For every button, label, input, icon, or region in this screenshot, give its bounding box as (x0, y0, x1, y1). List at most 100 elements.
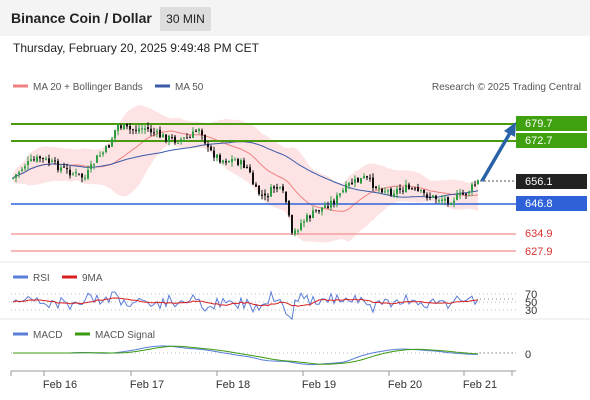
ma20-legend-label: MA 20 + Bollinger Bands (33, 82, 143, 93)
candle-body (87, 170, 89, 179)
candle-body (369, 177, 371, 179)
candle-body (456, 194, 458, 200)
candle-body (135, 129, 137, 131)
candle-body (33, 159, 35, 161)
candle-body (165, 134, 167, 142)
candle-body (219, 155, 221, 163)
candle-body (240, 160, 242, 165)
candle-body (18, 172, 20, 174)
candle-body (375, 186, 377, 188)
candle-body (141, 128, 143, 130)
candle-body (285, 191, 287, 202)
candle-body (351, 182, 353, 185)
candle-body (453, 200, 455, 203)
candle-body (291, 215, 293, 233)
candle-body (372, 177, 374, 188)
candle-body (399, 188, 401, 190)
candle-body (360, 178, 362, 184)
candle-body (192, 131, 194, 138)
candle-body (207, 144, 209, 148)
candle-body (243, 160, 245, 168)
candle-body (300, 223, 302, 230)
candle-body (183, 137, 185, 139)
credit-text: Research © 2025 Trading Central (432, 82, 581, 93)
candle-body (75, 172, 77, 174)
candle-body (357, 177, 359, 182)
candle-body (15, 174, 17, 178)
candle-body (366, 176, 368, 178)
candle-body (354, 179, 356, 183)
candle-body (99, 155, 101, 157)
candle-body (237, 159, 239, 165)
candle-body (36, 156, 38, 162)
candle-body (180, 139, 182, 142)
candle-body (462, 193, 464, 195)
candle-body (276, 187, 278, 189)
candle-body (123, 124, 125, 130)
candle-body (387, 190, 389, 192)
candle-body (159, 129, 161, 138)
rsi-tick-30: 30 (525, 305, 537, 317)
x-tick-label: Feb 21 (463, 379, 497, 391)
candle-body (30, 159, 32, 161)
candle-body (210, 146, 212, 151)
candle-body (249, 167, 251, 173)
resistance-label-2: 672.7 (525, 135, 553, 147)
candle-body (153, 132, 155, 134)
candle-body (405, 184, 407, 193)
candle-body (195, 130, 197, 132)
candle-body (66, 168, 68, 170)
candle-body (90, 164, 92, 169)
candle-body (342, 190, 344, 193)
candle-body (108, 145, 110, 148)
candle-body (303, 221, 305, 223)
candle-body (444, 198, 446, 201)
candle-body (63, 166, 65, 168)
candle-body (27, 161, 29, 165)
candle-body (54, 160, 56, 162)
candle-body (309, 215, 311, 219)
candle-body (45, 158, 47, 160)
candle-body (105, 146, 107, 152)
candle-body (168, 135, 170, 142)
candle-body (222, 160, 224, 163)
candle-body (111, 138, 113, 147)
x-tick-label: Feb 19 (302, 379, 336, 391)
candle-body (150, 128, 152, 133)
candle-body (414, 188, 416, 190)
candle-body (279, 187, 281, 189)
candle-body (273, 186, 275, 189)
rsi-legend-label: RSI (33, 273, 50, 284)
candle-body (69, 169, 71, 176)
support-label-3: 627.9 (525, 246, 553, 258)
candle-body (441, 199, 443, 201)
candle-body (420, 189, 422, 191)
candle-body (264, 193, 266, 196)
candle-body (132, 129, 134, 131)
candle-body (465, 193, 467, 195)
candle-body (246, 167, 248, 168)
candle-body (120, 125, 122, 129)
x-tick-label: Feb 16 (43, 379, 77, 391)
macd-tick-0: 0 (525, 349, 531, 361)
candle-body (84, 177, 86, 179)
support-label-2: 634.9 (525, 228, 553, 240)
candle-body (459, 193, 461, 196)
candle-body (24, 166, 26, 169)
candle-body (252, 172, 254, 185)
candle-body (213, 150, 215, 158)
candle-body (417, 187, 419, 191)
candle-body (477, 180, 479, 184)
candle-body (261, 194, 263, 196)
candle-body (318, 210, 320, 212)
candle-body (228, 160, 230, 163)
candle-body (336, 195, 338, 205)
candle-body (81, 173, 83, 178)
candle-body (474, 184, 476, 186)
candle-body (78, 173, 80, 175)
candle-body (390, 188, 392, 196)
candle-body (270, 187, 272, 197)
macd-legend-label: MACD (33, 330, 62, 341)
candle-body (435, 195, 437, 200)
macd-line (13, 345, 478, 366)
